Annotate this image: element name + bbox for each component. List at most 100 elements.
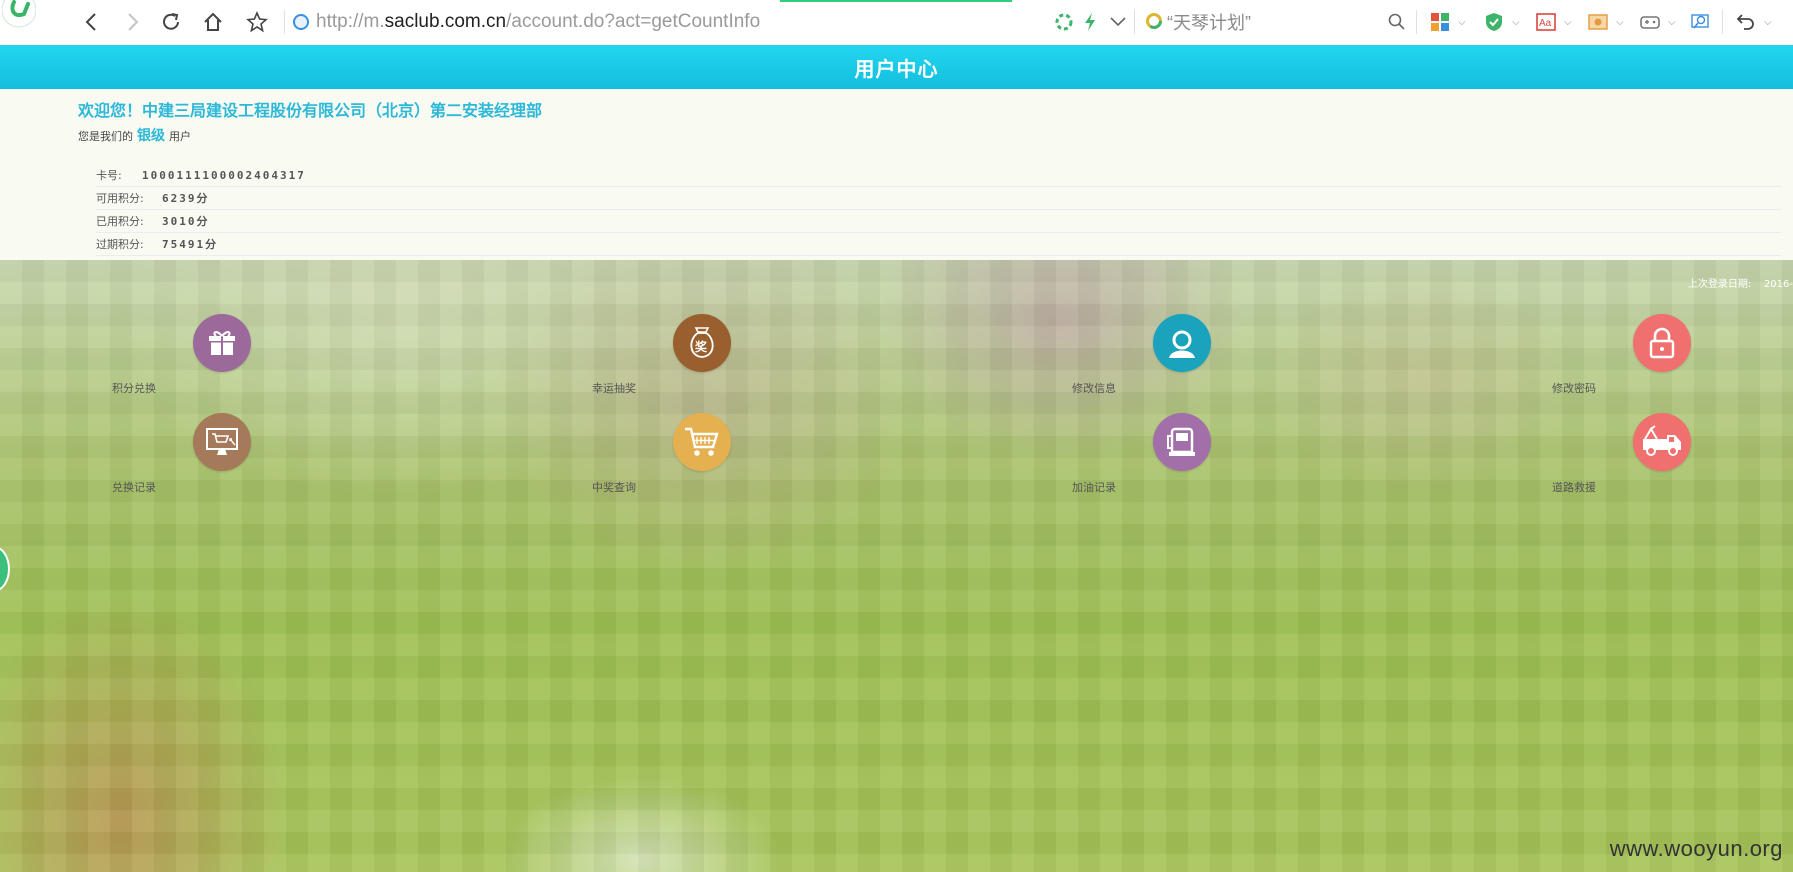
bookmark-button[interactable]: [244, 9, 270, 35]
last-login-date: 2016-: [1763, 279, 1793, 290]
menu-icon-circle: [673, 413, 731, 471]
search-submit-button[interactable]: [1385, 10, 1409, 34]
magnifier-icon: [1691, 14, 1709, 29]
star-icon: [246, 11, 268, 33]
search-engine-icon: [1146, 13, 1162, 29]
account-info-table: 卡号: 1000111100002404317 可用积分: 6239分 已用积分…: [96, 164, 1781, 256]
page-header: 用户中心: [0, 45, 1793, 89]
menu-icon-circle: [193, 314, 251, 372]
menu-icon-circle: [1153, 314, 1211, 372]
level-badge: 银级: [137, 128, 165, 144]
chevron-down-icon: ⌵: [1668, 17, 1676, 28]
menu-icon-circle: [1633, 413, 1691, 471]
menu-lucky-draw[interactable]: 奖 幸运抽奖: [590, 314, 750, 414]
back-arrow-icon: [85, 13, 96, 31]
shield-icon: [1486, 13, 1502, 31]
menu-label: 修改信息: [1072, 382, 1116, 395]
url-text: http://m.saclub.com.cn/account.do?act=ge…: [316, 11, 761, 32]
search-query-text: “天琴计划”: [1167, 13, 1251, 33]
available-points-label: 可用积分:: [96, 192, 144, 205]
lock-icon: [1649, 327, 1675, 359]
last-login-label: 上次登录日期:: [1687, 279, 1752, 290]
menu-icon-circle: [1633, 314, 1691, 372]
reload-button[interactable]: [158, 9, 184, 35]
card-number-row: 卡号: 1000111100002404317: [96, 164, 1781, 187]
menu-label: 修改密码: [1552, 382, 1596, 395]
search-box[interactable]: “天琴计划”: [1145, 8, 1251, 36]
menu-label: 中奖查询: [592, 481, 636, 494]
expired-points-value: 75491分: [162, 238, 219, 251]
last-login-info: 上次登录日期: 2016-: [1688, 275, 1793, 290]
lightning-icon: [1085, 13, 1095, 31]
menu-label: 道路救援: [1552, 481, 1596, 494]
menu-exchange-records[interactable]: 兑换记录: [110, 413, 270, 513]
translate-icon: Aa: [1536, 13, 1556, 31]
menu-label: 加油记录: [1072, 481, 1116, 494]
svg-text:Aa: Aa: [1539, 18, 1552, 29]
user-profile-icon: [1169, 330, 1195, 358]
menu-points-exchange[interactable]: 积分兑换: [110, 314, 270, 414]
menu-label: 积分兑换: [112, 382, 156, 395]
gamepad-icon: [1640, 16, 1660, 29]
menu-label: 幸运抽奖: [592, 382, 636, 395]
translate-button[interactable]: Aa: [1534, 10, 1558, 34]
used-points-label: 已用积分:: [96, 215, 144, 228]
home-icon: [204, 12, 222, 31]
chevron-down-icon: ⌵: [1564, 17, 1572, 28]
screenshot-icon: [1588, 14, 1608, 30]
speed-dial-button[interactable]: [1052, 10, 1076, 34]
menu-edit-profile[interactable]: 修改信息: [1070, 314, 1230, 414]
chevron-down-icon: ⌵: [1458, 17, 1466, 28]
globe-icon: [293, 14, 309, 30]
fuel-pump-icon: [1167, 427, 1195, 456]
menu-icon-circle: [1153, 413, 1211, 471]
toolbar-divider: [284, 10, 285, 34]
magnifier-tool-button[interactable]: [1688, 10, 1712, 34]
chevron-down-icon: ⌵: [1764, 17, 1772, 28]
menu-change-password[interactable]: 修改密码: [1550, 314, 1710, 414]
card-number-value: 1000111100002404317: [142, 168, 306, 182]
user-info-card: 欢迎您！中建三局建设工程股份有限公司（北京）第二安装经理部 您是我们的 银级 用户 …: [0, 89, 1793, 260]
prize-bag-icon: 奖: [690, 327, 714, 358]
spinner-icon: [1055, 13, 1073, 31]
level-prefix: 您是我们的: [78, 130, 133, 143]
menu-icon-circle: [193, 413, 251, 471]
available-points-row: 可用积分: 6239分: [96, 187, 1781, 210]
used-points-value: 3010分: [162, 215, 210, 228]
gift-icon: [209, 331, 235, 355]
monitor-cart-icon: [206, 428, 238, 455]
games-button[interactable]: [1638, 10, 1662, 34]
toolbar-divider: [1134, 10, 1135, 34]
available-points-value: 6239分: [162, 192, 210, 205]
undo-icon: [1736, 14, 1754, 30]
menu-fuel-records[interactable]: 加油记录: [1070, 413, 1230, 513]
shopping-cart-icon: [685, 427, 719, 456]
back-button[interactable]: [78, 9, 104, 35]
screenshot-button[interactable]: [1586, 10, 1610, 34]
apps-button[interactable]: [1428, 10, 1452, 34]
menu-icon-circle: 奖: [673, 314, 731, 372]
welcome-message: 欢迎您！中建三局建设工程股份有限公司（北京）第二安装经理部: [78, 101, 543, 120]
expired-points-row: 过期积分: 75491分: [96, 233, 1781, 256]
security-button[interactable]: [1482, 10, 1506, 34]
level-suffix: 用户: [169, 130, 191, 143]
apps-grid-icon: [1431, 13, 1449, 31]
chevron-down-icon: ⌵: [1512, 17, 1520, 28]
home-button[interactable]: [200, 9, 226, 35]
chevron-down-icon: [1110, 17, 1126, 27]
membership-level: 您是我们的 银级 用户: [78, 125, 191, 145]
accelerate-button[interactable]: [1078, 10, 1102, 34]
toolbar-divider: [1722, 10, 1723, 34]
menu-prize-query[interactable]: 中奖查询: [590, 413, 750, 513]
menu-road-rescue[interactable]: 道路救援: [1550, 413, 1710, 513]
svg-text:奖: 奖: [695, 339, 708, 354]
undo-close-button[interactable]: [1734, 10, 1758, 34]
address-dropdown-button[interactable]: [1106, 10, 1130, 34]
watermark: www.wooyun.org: [1609, 836, 1783, 861]
search-icon: [1388, 13, 1405, 30]
forward-button[interactable]: [120, 9, 146, 35]
browser-toolbar: http://m.saclub.com.cn/account.do?act=ge…: [0, 0, 1793, 46]
expired-points-label: 过期积分:: [96, 238, 144, 251]
loading-progress-bar: [780, 0, 1012, 2]
tow-truck-icon: [1643, 425, 1681, 456]
